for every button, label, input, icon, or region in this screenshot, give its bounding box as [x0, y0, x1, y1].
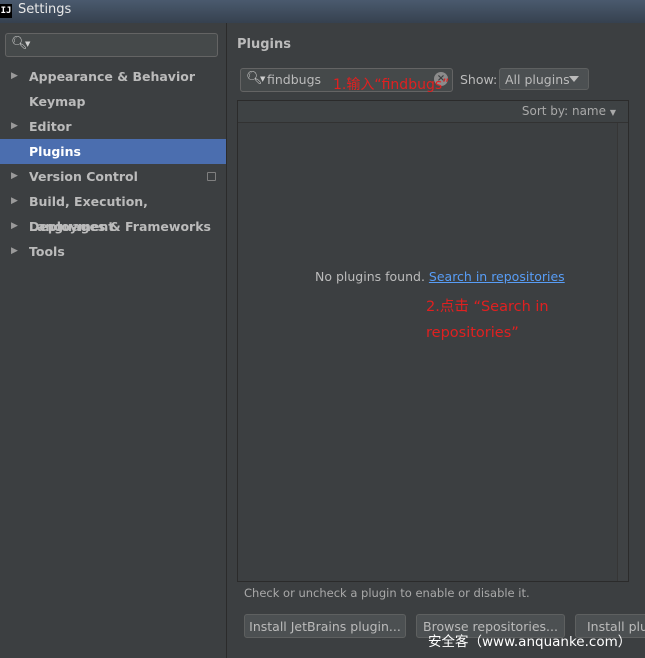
sidebar-item-build-execution-deployment[interactable]: ▶ Build, Execution, Deployment — [0, 189, 226, 234]
sidebar-item-keymap[interactable]: Keymap — [0, 89, 226, 114]
sort-label: Sort by: name — [521, 104, 607, 118]
plugin-list-scrollbar[interactable] — [617, 123, 628, 581]
search-in-repositories-link[interactable]: Search in repositories — [429, 269, 565, 284]
window-titlebar: IJ Settings — [0, 0, 645, 23]
annotation-step2-line1: 2.点击 “Search in — [426, 299, 549, 315]
sidebar-item-label: Languages & Frameworks — [29, 219, 211, 234]
plugin-search-value[interactable]: findbugs — [267, 72, 321, 87]
empty-state-text: No plugins found. — [315, 269, 425, 284]
chevron-down-icon: ▼ — [25, 40, 31, 48]
sidebar-item-tools[interactable]: ▶ Tools — [0, 239, 226, 264]
sidebar-item-label: Plugins — [29, 144, 81, 159]
intellij-logo-icon: IJ — [0, 4, 12, 18]
sidebar-item-label: Keymap — [29, 94, 86, 109]
window-title: Settings — [18, 2, 72, 17]
expand-arrow-icon[interactable]: ▶ — [11, 189, 18, 214]
expand-arrow-icon[interactable]: ▶ — [11, 239, 18, 264]
chevron-down-icon: ▼ — [609, 108, 616, 117]
annotation-step2-line2: repositories” — [426, 325, 519, 341]
plugin-list-header: Sort by: name ▼ — [238, 101, 628, 123]
sidebar-item-languages-frameworks[interactable]: ▶ Languages & Frameworks — [0, 214, 226, 239]
sidebar-item-version-control[interactable]: ▶ Version Control — [0, 164, 226, 189]
sort-dropdown[interactable]: Sort by: name ▼ — [522, 104, 616, 118]
plugin-hint-text: Check or uncheck a plugin to enable or d… — [244, 586, 530, 600]
sidebar-item-label: Tools — [29, 244, 65, 259]
show-filter-label: Show: — [460, 72, 498, 87]
settings-search-input[interactable]: 🔍︎ ▼ — [5, 33, 218, 57]
settings-tree: ▶ Appearance & Behavior Keymap ▶ Editor … — [0, 64, 226, 264]
watermark: 安全客（www.anquanke.com） — [428, 634, 632, 650]
sidebar-item-label: Editor — [29, 119, 72, 134]
expand-arrow-icon[interactable]: ▶ — [11, 164, 18, 189]
annotation-step2: 2.点击 “Search in repositories” — [426, 294, 606, 346]
sidebar-item-appearance-behavior[interactable]: ▶ Appearance & Behavior — [0, 64, 226, 89]
expand-arrow-icon[interactable]: ▶ — [11, 64, 18, 89]
project-level-icon — [207, 172, 216, 181]
sidebar-item-label: Version Control — [29, 169, 138, 184]
settings-sidebar: 🔍︎ ▼ ▶ Appearance & Behavior Keymap ▶ Ed… — [0, 23, 227, 658]
expand-arrow-icon[interactable]: ▶ — [11, 214, 18, 239]
expand-arrow-icon[interactable]: ▶ — [11, 114, 18, 139]
chevron-down-icon: ▼ — [260, 75, 266, 83]
sidebar-item-plugins[interactable]: Plugins — [0, 139, 226, 164]
sidebar-item-editor[interactable]: ▶ Editor — [0, 114, 226, 139]
install-jetbrains-plugin-button[interactable]: Install JetBrains plugin... — [244, 614, 406, 638]
show-filter-value: All plugins — [505, 72, 570, 87]
page-title: Plugins — [237, 37, 291, 52]
show-filter-dropdown[interactable]: All plugins — [499, 68, 589, 90]
dropdown-caret-icon — [569, 76, 579, 82]
annotation-step1: 1.输入“findbugs” — [333, 77, 450, 93]
empty-state: No plugins found. Search in repositories — [315, 269, 565, 284]
sidebar-item-label: Appearance & Behavior — [29, 69, 195, 84]
